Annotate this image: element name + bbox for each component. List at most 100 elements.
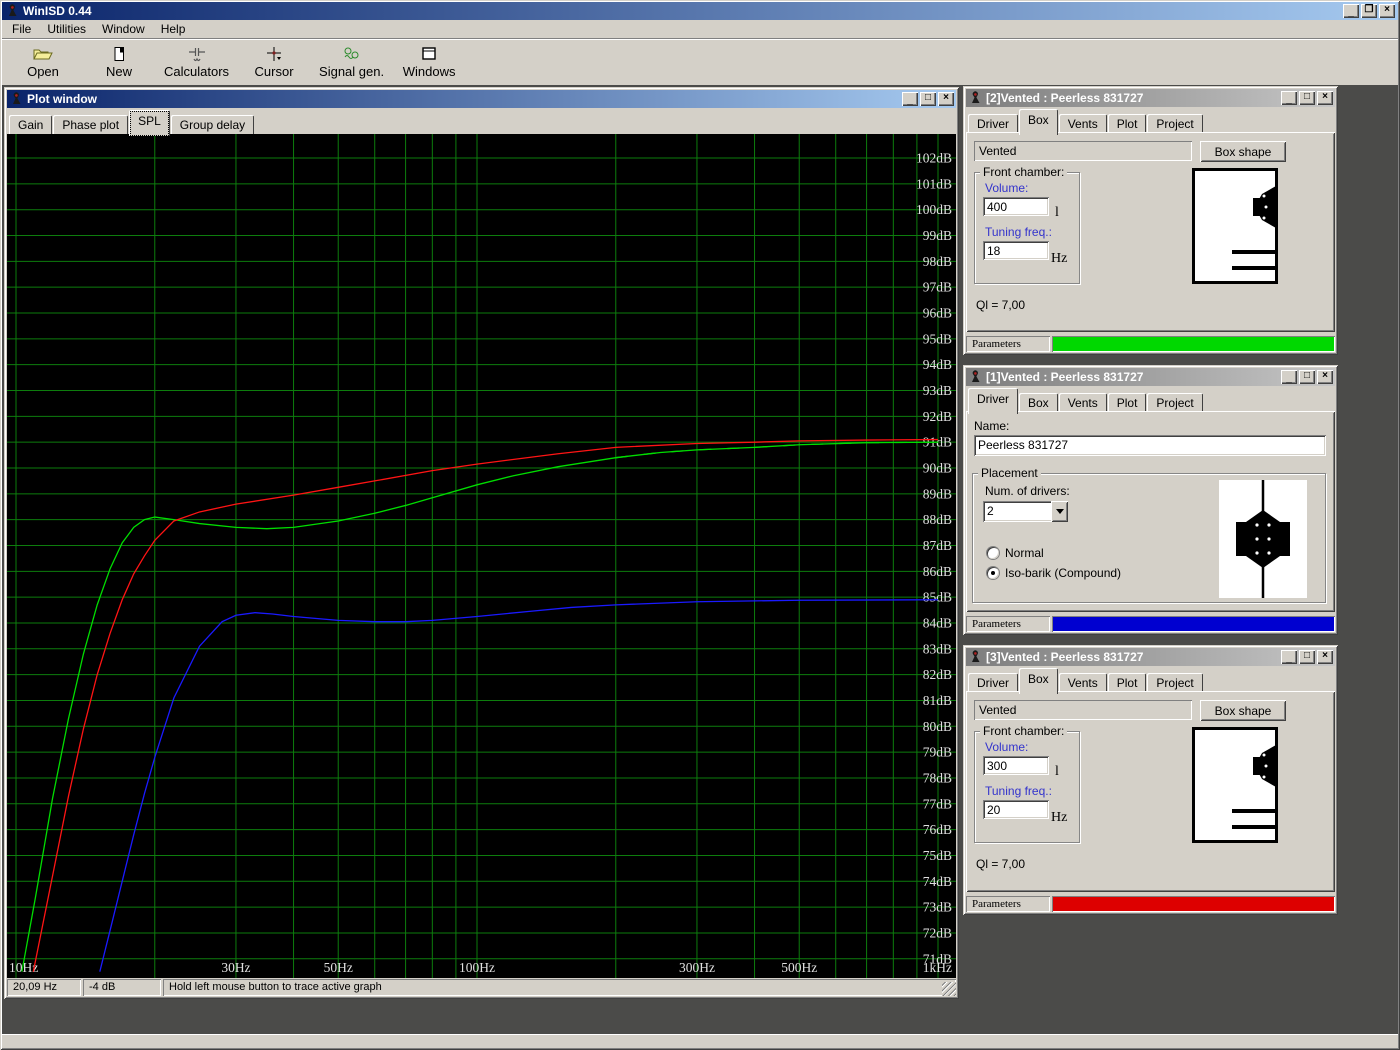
isobarik-diagram	[1219, 480, 1307, 598]
volume-label: Volume:	[985, 181, 1028, 195]
parameters-button[interactable]: Parameters	[966, 616, 1050, 632]
svg-text:86dB: 86dB	[923, 564, 952, 579]
svg-text:98dB: 98dB	[923, 254, 952, 269]
box-type-field[interactable]: Vented	[974, 141, 1192, 161]
parameters-button[interactable]: Parameters	[966, 896, 1050, 912]
tab-box[interactable]: Box	[1019, 109, 1058, 135]
close-button[interactable]: ×	[1379, 4, 1395, 18]
tuning-freq-input[interactable]: 20	[983, 800, 1049, 819]
minimize-button[interactable]: _	[902, 92, 918, 106]
svg-text:81dB: 81dB	[923, 693, 952, 708]
svg-text:76dB: 76dB	[923, 822, 952, 837]
plot-window-title: Plot window	[27, 92, 902, 106]
placement-option-isobarik[interactable]: Iso-barik (Compound)	[987, 566, 1121, 580]
svg-text:99dB: 99dB	[923, 228, 952, 243]
placement-option-normal[interactable]: Normal	[987, 546, 1044, 560]
project-3-title: [3]Vented : Peerless 831727	[986, 650, 1281, 664]
minimize-button[interactable]: _	[1281, 370, 1297, 384]
svg-text:94dB: 94dB	[923, 357, 952, 372]
volume-input[interactable]: 300	[983, 756, 1049, 775]
front-chamber-legend: Front chamber:	[980, 724, 1067, 738]
cursor-button[interactable]: Cursor	[243, 41, 305, 83]
tab-driver[interactable]: Driver	[968, 388, 1018, 414]
tuning-freq-input[interactable]: 18	[983, 241, 1049, 260]
spl-plot-svg[interactable]: 71dB72dB73dB74dB75dB76dB77dB78dB79dB80dB…	[7, 134, 956, 978]
svg-text:88dB: 88dB	[923, 512, 952, 527]
num-drivers-value[interactable]: 2	[983, 501, 1053, 522]
radio-isobarik[interactable]	[987, 567, 999, 579]
tab-group-delay[interactable]: Group delay	[171, 115, 254, 136]
svg-text:79dB: 79dB	[923, 745, 952, 760]
resize-grip[interactable]	[942, 982, 956, 996]
maximize-button[interactable]: □	[1299, 91, 1315, 105]
parameters-color-bar	[1052, 616, 1335, 632]
calculators-button[interactable]: Calculators	[164, 41, 229, 83]
svg-text:1kHz: 1kHz	[923, 960, 952, 975]
open-label: Open	[27, 64, 59, 79]
close-icon: ×	[1322, 92, 1328, 102]
menu-file[interactable]: File	[4, 20, 39, 38]
status-hint: Hold left mouse button to trace active g…	[163, 979, 956, 996]
project-2-titlebar[interactable]: [2]Vented : Peerless 831727 _ □ ×	[966, 89, 1335, 107]
front-chamber-group: Front chamber: Volume: 300 l Tuning freq…	[974, 731, 1080, 843]
volume-input[interactable]: 400	[983, 197, 1049, 216]
menu-window[interactable]: Window	[94, 20, 153, 38]
svg-text:89dB: 89dB	[923, 486, 952, 501]
chevron-down-icon[interactable]	[1051, 501, 1068, 522]
project-2-title: [2]Vented : Peerless 831727	[986, 91, 1281, 105]
app-icon	[968, 370, 982, 384]
minimize-button[interactable]: _	[1343, 4, 1359, 18]
restore-button[interactable]: ❐	[1361, 4, 1377, 18]
menu-utilities[interactable]: Utilities	[39, 20, 94, 38]
box-type-field[interactable]: Vented	[974, 700, 1192, 720]
restore-icon: ❐	[1365, 5, 1374, 15]
tab-gain[interactable]: Gain	[9, 115, 52, 136]
project-3-titlebar[interactable]: [3]Vented : Peerless 831727 _ □ ×	[966, 648, 1335, 666]
signal-gen-button[interactable]: Signal gen.	[319, 41, 384, 83]
plot-window-titlebar[interactable]: Plot window _ □ ×	[7, 90, 956, 108]
main-titlebar[interactable]: WinISD 0.44 _ ❐ ×	[2, 2, 1398, 20]
close-icon: ×	[943, 93, 949, 103]
tab-spl[interactable]: SPL	[129, 110, 170, 136]
spl-plot[interactable]: 71dB72dB73dB74dB75dB76dB77dB78dB79dB80dB…	[7, 134, 956, 978]
close-button[interactable]: ×	[1317, 650, 1333, 664]
close-button[interactable]: ×	[938, 92, 954, 106]
menu-help[interactable]: Help	[153, 20, 194, 38]
svg-text:102dB: 102dB	[916, 151, 952, 166]
toolbar: Open New Calculators Cursor	[2, 38, 1398, 85]
tuning-freq-unit: Hz	[1051, 810, 1067, 826]
cursor-level-readout: -4 dB	[83, 979, 161, 996]
svg-text:72dB: 72dB	[923, 925, 952, 940]
front-chamber-group: Front chamber: Volume: 400 l Tuning freq…	[974, 172, 1080, 284]
svg-text:82dB: 82dB	[923, 667, 952, 682]
minimize-icon: _	[1286, 374, 1292, 384]
driver-name-input[interactable]: Peerless 831727	[974, 435, 1326, 456]
project-1-titlebar[interactable]: [1]Vented : Peerless 831727 _ □ ×	[966, 368, 1335, 386]
maximize-button[interactable]: □	[1299, 370, 1315, 384]
box-shape-button[interactable]: Box shape	[1200, 141, 1286, 162]
maximize-button[interactable]: □	[920, 92, 936, 106]
maximize-icon: □	[1304, 651, 1310, 661]
radio-normal[interactable]	[987, 547, 999, 559]
tab-box[interactable]: Box	[1019, 668, 1058, 694]
windows-button[interactable]: Windows	[398, 41, 460, 83]
app-icon	[968, 650, 982, 664]
minimize-button[interactable]: _	[1281, 91, 1297, 105]
tab-phase-plot[interactable]: Phase plot	[53, 115, 128, 136]
parameters-button[interactable]: Parameters	[966, 336, 1050, 352]
svg-text:84dB: 84dB	[923, 615, 952, 630]
maximize-icon: □	[1304, 371, 1310, 381]
minimize-button[interactable]: _	[1281, 650, 1297, 664]
maximize-button[interactable]: □	[1299, 650, 1315, 664]
close-button[interactable]: ×	[1317, 370, 1333, 384]
winisd-application: WinISD 0.44 _ ❐ × File Utilities Window …	[0, 0, 1400, 1050]
num-drivers-combo[interactable]: 2	[983, 501, 1068, 522]
svg-text:87dB: 87dB	[923, 538, 952, 553]
close-button[interactable]: ×	[1317, 91, 1333, 105]
box-shape-button[interactable]: Box shape	[1200, 700, 1286, 721]
new-button[interactable]: New	[88, 41, 150, 83]
svg-text:92dB: 92dB	[923, 409, 952, 424]
driver-name-label: Name:	[974, 419, 1009, 433]
open-button[interactable]: Open	[12, 41, 74, 83]
maximize-icon: □	[1304, 92, 1310, 102]
